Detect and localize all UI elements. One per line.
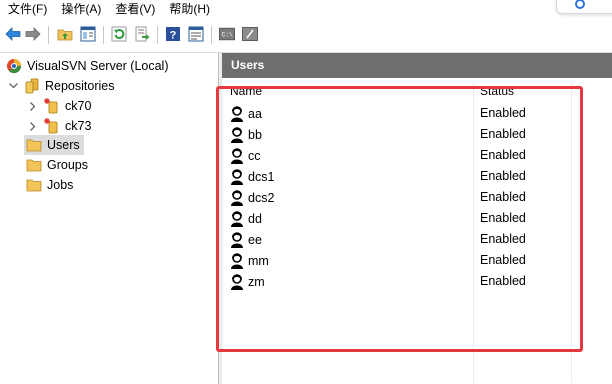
tree-label: Repositories bbox=[45, 79, 115, 93]
table-row[interactable]: cc Enabled bbox=[222, 145, 612, 166]
details-pane: Users Name Status aa Enabled bb Enabled cc En… bbox=[222, 53, 612, 384]
user-status: Enabled bbox=[480, 148, 526, 162]
chevron-right-icon[interactable] bbox=[28, 121, 38, 131]
user-icon bbox=[230, 210, 244, 227]
table-row[interactable]: dd Enabled bbox=[222, 208, 612, 229]
repositories-icon bbox=[24, 78, 40, 94]
column-header-name[interactable]: Name bbox=[230, 81, 262, 101]
user-name: dcs2 bbox=[248, 190, 275, 205]
table-row[interactable]: mm Enabled bbox=[222, 250, 612, 271]
menu-help[interactable]: 帮助(H) bbox=[161, 0, 216, 18]
user-icon bbox=[230, 147, 244, 164]
user-icon bbox=[230, 126, 244, 143]
user-name-cell: ee bbox=[230, 229, 262, 250]
circle-icon bbox=[575, 0, 585, 9]
menu-view[interactable]: 查看(V) bbox=[107, 0, 161, 18]
repository-icon bbox=[44, 98, 60, 114]
table-row[interactable]: ee Enabled bbox=[222, 229, 612, 250]
toolbar-separator bbox=[103, 26, 104, 44]
user-name-cell: dcs2 bbox=[230, 187, 274, 208]
properties-icon[interactable] bbox=[188, 26, 204, 42]
user-status: Enabled bbox=[480, 190, 526, 204]
forward-arrow-icon[interactable] bbox=[25, 26, 41, 42]
svg-text:?: ? bbox=[170, 30, 177, 42]
user-name-cell: aa bbox=[230, 103, 262, 124]
tree-label: ck73 bbox=[65, 119, 92, 133]
user-name-cell: dd bbox=[230, 208, 262, 229]
user-name: aa bbox=[248, 106, 262, 121]
user-status: Enabled bbox=[480, 253, 526, 267]
user-icon bbox=[230, 189, 244, 206]
user-icon bbox=[230, 273, 244, 290]
user-status: Enabled bbox=[480, 106, 526, 120]
up-folder-icon[interactable] bbox=[57, 26, 73, 42]
user-name: dcs1 bbox=[248, 169, 275, 184]
toolbar: ? C:\ bbox=[0, 18, 612, 53]
column-header-status[interactable]: Status bbox=[480, 81, 514, 101]
folder-icon bbox=[26, 157, 42, 173]
user-status: Enabled bbox=[480, 169, 526, 183]
tree-item-repo[interactable]: ck70 bbox=[28, 96, 91, 116]
user-name-cell: cc bbox=[230, 145, 261, 166]
toolbar-separator bbox=[48, 26, 49, 44]
command-icon[interactable] bbox=[242, 26, 258, 42]
toolbar-separator bbox=[211, 26, 212, 44]
user-name: ee bbox=[248, 232, 262, 247]
menu-file[interactable]: 文件(F) bbox=[0, 0, 53, 18]
menubar: 文件(F) 操作(A) 查看(V) 帮助(H) bbox=[0, 0, 612, 18]
pane-header: Users bbox=[222, 53, 612, 78]
user-name-cell: mm bbox=[230, 250, 269, 271]
user-icon bbox=[230, 168, 244, 185]
svg-text:C:\: C:\ bbox=[222, 32, 233, 39]
chevron-right-icon[interactable] bbox=[28, 101, 38, 111]
tree-item-server[interactable]: VisualSVN Server (Local) bbox=[6, 56, 169, 76]
table-row[interactable]: dcs2 Enabled bbox=[222, 187, 612, 208]
user-status: Enabled bbox=[480, 211, 526, 225]
help-icon[interactable]: ? bbox=[165, 26, 181, 42]
user-name-cell: zm bbox=[230, 271, 265, 292]
tree-item-repositories[interactable]: Repositories bbox=[8, 76, 114, 96]
user-name-cell: dcs1 bbox=[230, 166, 274, 187]
tree-label: Users bbox=[47, 138, 80, 152]
toolbar-separator bbox=[157, 26, 158, 44]
show-hide-tree-icon[interactable] bbox=[80, 26, 96, 42]
folder-icon bbox=[26, 137, 42, 153]
back-arrow-icon[interactable] bbox=[5, 26, 21, 42]
user-name: zm bbox=[248, 274, 265, 289]
tree-item-users[interactable]: Users bbox=[26, 135, 80, 155]
user-icon bbox=[230, 252, 244, 269]
folder-icon bbox=[26, 177, 42, 193]
visualsvn-logo-icon bbox=[6, 58, 22, 74]
tree-label: Groups bbox=[47, 158, 88, 172]
user-status: Enabled bbox=[480, 232, 526, 246]
menu-action[interactable]: 操作(A) bbox=[53, 0, 107, 18]
console-icon[interactable]: C:\ bbox=[219, 26, 235, 42]
tree-item-repo[interactable]: ck73 bbox=[28, 116, 91, 136]
user-status: Enabled bbox=[480, 127, 526, 141]
user-name: cc bbox=[248, 148, 261, 163]
tree-label: ck70 bbox=[65, 99, 92, 113]
user-name: bb bbox=[248, 127, 262, 142]
navigation-tree: VisualSVN Server (Local) Repositories ck… bbox=[0, 53, 219, 384]
user-name-cell: bb bbox=[230, 124, 262, 145]
table-row[interactable]: dcs1 Enabled bbox=[222, 166, 612, 187]
user-icon bbox=[230, 105, 244, 122]
tree-label: Jobs bbox=[47, 178, 74, 192]
table-row[interactable]: bb Enabled bbox=[222, 124, 612, 145]
user-status: Enabled bbox=[480, 274, 526, 288]
table-row[interactable]: aa Enabled bbox=[222, 103, 612, 124]
tree-label: VisualSVN Server (Local) bbox=[27, 59, 169, 73]
user-name: mm bbox=[248, 253, 269, 268]
export-list-icon[interactable] bbox=[134, 26, 150, 42]
table-row[interactable]: zm Enabled bbox=[222, 271, 612, 292]
chevron-down-icon[interactable] bbox=[8, 81, 18, 91]
refresh-icon[interactable] bbox=[111, 26, 127, 42]
user-icon bbox=[230, 231, 244, 248]
repository-icon bbox=[44, 118, 60, 134]
tree-item-jobs[interactable]: Jobs bbox=[26, 175, 73, 195]
floating-widget bbox=[556, 0, 612, 14]
user-name: dd bbox=[248, 211, 262, 226]
tree-item-groups[interactable]: Groups bbox=[26, 155, 88, 175]
